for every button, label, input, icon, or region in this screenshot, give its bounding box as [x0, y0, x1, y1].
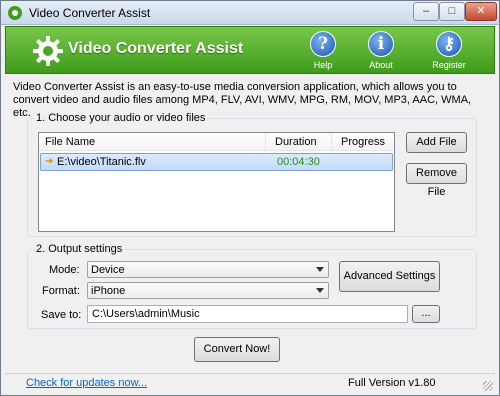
help-label: Help [313, 60, 333, 70]
check-updates-link[interactable]: Check for updates now... [26, 377, 147, 389]
resize-grip[interactable] [483, 381, 493, 391]
window-title: Video Converter Assist [29, 6, 151, 20]
column-divider [331, 133, 332, 151]
file-list-header: File Name Duration Progress [39, 133, 394, 151]
file-list[interactable]: File Name Duration Progress ➜ E:\video\T… [38, 132, 395, 232]
save-to-label: Save to: [41, 309, 82, 321]
format-label: Format: [42, 285, 80, 297]
close-button[interactable]: ✕ [465, 2, 497, 21]
info-icon: i [368, 31, 394, 57]
mode-label: Mode: [49, 264, 80, 276]
help-button[interactable]: ? Help [298, 31, 348, 73]
format-select[interactable]: iPhone [87, 282, 329, 299]
register-label: Register [432, 60, 466, 70]
column-file-name[interactable]: File Name [45, 136, 95, 148]
save-path-value: C:\Users\admin\Music [92, 308, 200, 320]
maximize-button[interactable]: □ [439, 2, 465, 21]
mode-value: Device [91, 264, 125, 276]
format-value: iPhone [91, 285, 126, 297]
save-path-input[interactable]: C:\Users\admin\Music [87, 305, 408, 323]
column-divider [265, 133, 266, 151]
chevron-down-icon [316, 288, 324, 293]
choose-files-title: 1. Choose your audio or video files [34, 112, 208, 124]
about-button[interactable]: i About [356, 31, 406, 73]
add-file-button[interactable]: Add File [406, 132, 467, 153]
about-label: About [369, 60, 393, 70]
output-settings-title: 2. Output settings [34, 243, 125, 255]
browse-button[interactable]: ... [412, 305, 440, 323]
file-name: E:\video\Titanic.flv [57, 156, 146, 168]
file-row[interactable]: ➜ E:\video\Titanic.flv 00:04:30 [40, 153, 393, 171]
register-button[interactable]: ⚷ Register [424, 31, 474, 73]
file-duration: 00:04:30 [277, 156, 320, 168]
minimize-button[interactable]: – [413, 2, 439, 21]
app-window: Video Converter Assist – □ ✕ Video Conve… [0, 0, 500, 396]
status-bar: Check for updates now... Full Version v1… [5, 373, 495, 393]
gear-icon [33, 36, 63, 66]
convert-now-button[interactable]: Convert Now! [194, 337, 280, 362]
chevron-down-icon [316, 267, 324, 272]
banner-title: Video Converter Assist [68, 40, 244, 57]
column-progress[interactable]: Progress [341, 136, 385, 148]
arrow-right-icon: ➜ [45, 156, 54, 167]
mode-select[interactable]: Device [87, 261, 329, 278]
key-icon: ⚷ [436, 31, 462, 57]
advanced-settings-button[interactable]: Advanced Settings [339, 261, 440, 292]
title-bar[interactable]: Video Converter Assist – □ ✕ [1, 1, 499, 25]
version-text: Full Version v1.80 [348, 377, 436, 389]
app-icon [8, 6, 22, 20]
question-icon: ? [310, 31, 336, 57]
remove-file-button[interactable]: Remove File [406, 163, 467, 198]
header-banner: Video Converter Assist ? Help i About ⚷ … [5, 26, 495, 74]
column-duration[interactable]: Duration [275, 136, 317, 148]
